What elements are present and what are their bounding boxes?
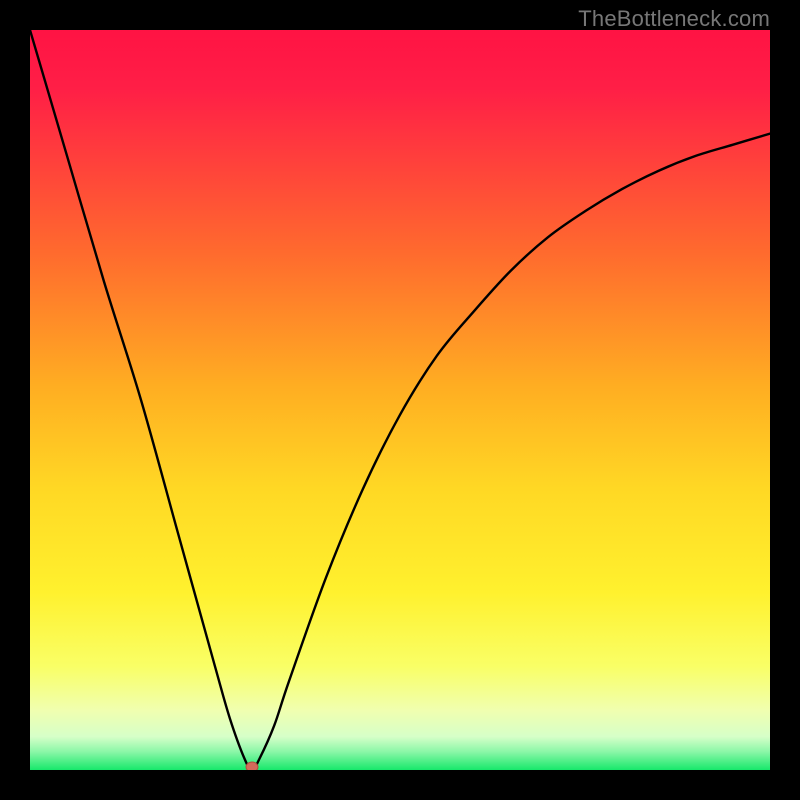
plot-area xyxy=(30,30,770,770)
watermark-text: TheBottleneck.com xyxy=(578,6,770,32)
curve-layer xyxy=(30,30,770,770)
bottleneck-curve xyxy=(30,30,770,770)
chart-frame: { "watermark": "TheBottleneck.com", "col… xyxy=(0,0,800,800)
minimum-marker xyxy=(246,762,258,770)
